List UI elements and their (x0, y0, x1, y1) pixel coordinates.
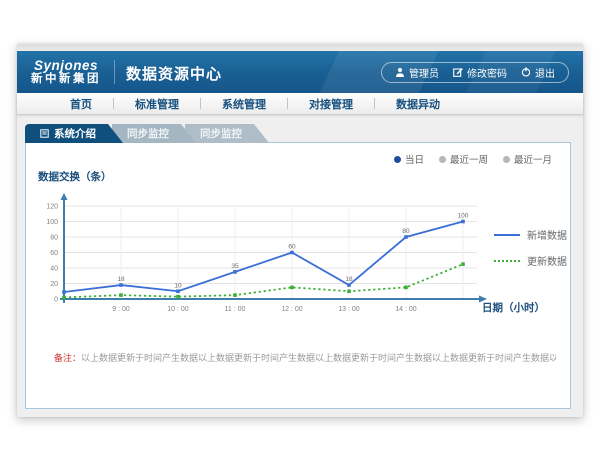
legend-item-updated-data[interactable]: 更新数据 (494, 253, 567, 268)
svg-text:9 : 00: 9 : 00 (112, 306, 130, 313)
chart-legend: 新增数据 更新数据 (494, 227, 567, 268)
svg-text:10: 10 (174, 282, 182, 289)
tab-sync-monitor-2[interactable]: 同步监控 (185, 124, 269, 143)
svg-text:11 : 00: 11 : 00 (225, 306, 246, 313)
svg-text:40: 40 (50, 266, 58, 273)
app-window: Synjones 新中新集团 数据资源中心 管理员 修改密码 (17, 44, 583, 417)
app-header: Synjones 新中新集团 数据资源中心 管理员 修改密码 (17, 51, 583, 93)
svg-text:120: 120 (46, 204, 58, 211)
radio-label: 最近一月 (514, 152, 552, 166)
nav-item-home[interactable]: 首页 (49, 96, 113, 112)
svg-text:100: 100 (458, 213, 469, 220)
dotted-line-swatch (494, 260, 520, 262)
tab-label: 同步监控 (127, 126, 169, 141)
nav-item-docking-mgmt[interactable]: 对接管理 (288, 96, 374, 112)
svg-text:10 : 00: 10 : 00 (167, 306, 189, 313)
header-divider (114, 60, 115, 84)
footnote-prefix: 备注： (54, 353, 81, 363)
svg-text:80: 80 (50, 235, 58, 242)
power-icon (521, 67, 531, 77)
svg-text:18: 18 (345, 276, 353, 283)
svg-text:12 : 00: 12 : 00 (281, 306, 303, 313)
svg-text:13 : 00: 13 : 00 (338, 306, 360, 313)
logout-label: 退出 (535, 65, 555, 80)
y-axis-title: 数据交换（条） (38, 169, 112, 184)
change-password-button[interactable]: 修改密码 (453, 65, 507, 80)
nav-item-standard-mgmt[interactable]: 标准管理 (114, 96, 200, 112)
window-top-edge (17, 44, 583, 51)
change-password-label: 修改密码 (467, 65, 507, 80)
current-user-button[interactable]: 管理员 (395, 65, 439, 80)
tab-label: 系统介绍 (54, 126, 96, 141)
nav-item-system-mgmt[interactable]: 系统管理 (201, 96, 287, 112)
svg-text:0: 0 (54, 297, 58, 304)
nav-item-data-change[interactable]: 数据异动 (375, 96, 461, 112)
content-area: 系统介绍 同步监控 同步监控 当日 最近一周 (17, 115, 583, 417)
radio-last-week[interactable]: 最近一周 (439, 152, 488, 166)
radio-dot (503, 156, 510, 163)
x-axis-title: 日期（小时） (482, 300, 545, 315)
svg-text:60: 60 (288, 244, 296, 251)
svg-text:18: 18 (117, 276, 125, 283)
svg-text:60: 60 (50, 250, 58, 257)
tab-system-intro[interactable]: 系统介绍 (25, 124, 123, 143)
tab-bar: 系统介绍 同步监控 同步监控 (25, 124, 269, 143)
chart-panel: 当日 最近一周 最近一月 数据交换（条） 0 20 40 60 80 100 120 9 : … (25, 142, 571, 409)
footnote: 备注：以上数据更新于时间产生数据以上数据更新于时间产生数据以上数据更新于时间产生… (54, 351, 556, 364)
svg-text:14 : 00: 14 : 00 (395, 306, 417, 313)
page-title: 数据资源中心 (126, 63, 222, 84)
svg-text:20: 20 (50, 281, 58, 288)
tab-label: 同步监控 (200, 126, 242, 141)
svg-text:100: 100 (46, 219, 58, 226)
user-label: 管理员 (409, 65, 439, 80)
legend-item-new-data[interactable]: 新增数据 (494, 227, 567, 242)
company-logo: Synjones 新中新集团 (31, 59, 101, 85)
time-range-filter: 当日 最近一周 最近一月 (394, 152, 552, 166)
radio-today[interactable]: 当日 (394, 152, 424, 166)
user-menu: 管理员 修改密码 退出 (381, 62, 569, 83)
logo-text-cn: 新中新集团 (31, 73, 101, 85)
tab-sync-monitor-1[interactable]: 同步监控 (112, 124, 196, 143)
svg-text:35: 35 (231, 263, 239, 270)
main-nav: 首页 标准管理 系统管理 对接管理 数据异动 (17, 93, 583, 115)
solid-line-swatch (494, 234, 520, 236)
radio-label: 最近一周 (450, 152, 488, 166)
legend-label: 新增数据 (527, 227, 567, 242)
logout-button[interactable]: 退出 (521, 65, 555, 80)
document-icon (40, 129, 49, 138)
radio-dot-selected (394, 156, 401, 163)
radio-label: 当日 (405, 152, 424, 166)
logo-text-en: Synjones (34, 59, 98, 73)
footnote-text: 以上数据更新于时间产生数据以上数据更新于时间产生数据以上数据更新于时间产生数据以… (81, 353, 556, 363)
radio-dot (439, 156, 446, 163)
radio-last-month[interactable]: 最近一月 (503, 152, 552, 166)
user-icon (395, 67, 405, 77)
svg-text:80: 80 (402, 228, 410, 235)
line-chart: 0 20 40 60 80 100 120 9 : 00 10 : 00 11 : 00 12 : … (34, 185, 494, 323)
edit-icon (453, 67, 463, 77)
legend-label: 更新数据 (527, 253, 567, 268)
